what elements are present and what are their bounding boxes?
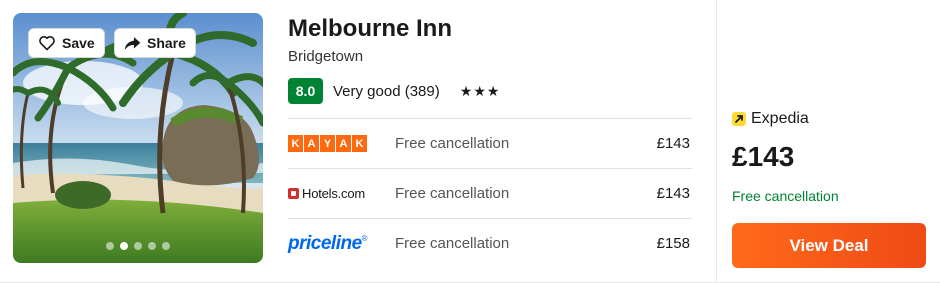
share-label: Share — [147, 35, 186, 51]
star-icon: ★ — [486, 83, 500, 99]
offer-cancellation: Free cancellation — [395, 235, 510, 252]
share-arrow-icon — [124, 36, 141, 50]
star-icon: ★ — [473, 83, 486, 99]
star-icon: ★ — [459, 83, 473, 99]
kayak-logo: K A Y A K — [288, 134, 378, 154]
photo-dot-active[interactable] — [120, 242, 128, 250]
hotel-location: Bridgetown — [288, 48, 364, 65]
expedia-arrow-glyph — [735, 115, 743, 123]
deal-provider: Expedia — [732, 110, 809, 128]
save-label: Save — [62, 35, 95, 51]
offer-row-kayak[interactable]: K A Y A K Free cancellation £143 — [288, 118, 692, 168]
offer-row-priceline[interactable]: priceline® Free cancellation £158 — [288, 218, 692, 268]
column-divider — [716, 0, 717, 283]
deal-provider-name: Expedia — [751, 110, 809, 127]
rating-row: 8.0 Very good (389) ★ ★ ★ — [288, 78, 692, 104]
kayak-letter: A — [304, 135, 319, 152]
deal-cancellation: Free cancellation — [732, 188, 839, 204]
photo-dot[interactable] — [134, 242, 142, 250]
offer-price: £143 — [656, 135, 690, 152]
priceline-name: priceline — [288, 232, 362, 254]
photo-pagination — [13, 242, 263, 250]
hotels-com-logo: Hotels.com — [288, 184, 378, 204]
rating-label[interactable]: Very good (389) — [333, 83, 440, 100]
kayak-letter: A — [336, 135, 351, 152]
share-button[interactable]: Share — [114, 28, 196, 58]
kayak-letter: K — [288, 135, 303, 152]
hotel-photo[interactable]: Save Share — [13, 13, 263, 263]
offer-cancellation: Free cancellation — [395, 185, 510, 202]
hotels-com-wordmark: Hotels.com — [288, 186, 365, 201]
hotels-com-name: Hotels.com — [302, 186, 366, 201]
view-deal-button[interactable]: View Deal — [732, 223, 926, 268]
deal-price: £143 — [732, 141, 795, 172]
hotel-info: Melbourne Inn Bridgetown 8.0 Very good (… — [288, 14, 692, 104]
hotel-name[interactable]: Melbourne Inn — [288, 14, 692, 44]
offer-price: £143 — [656, 185, 690, 202]
photo-dot[interactable] — [162, 242, 170, 250]
priceline-wordmark: priceline® — [288, 232, 368, 255]
review-score-badge: 8.0 — [288, 78, 323, 104]
star-rating: ★ ★ ★ — [460, 84, 500, 98]
priceline-logo: priceline® — [288, 232, 378, 255]
registered-mark: ® — [361, 233, 368, 243]
expedia-arrow-icon — [732, 112, 746, 126]
offer-row-hotels-com[interactable]: Hotels.com Free cancellation £143 — [288, 168, 692, 218]
photo-dot[interactable] — [148, 242, 156, 250]
photo-dot[interactable] — [106, 242, 114, 250]
offer-list: K A Y A K Free cancellation £143 Hotels.… — [288, 118, 692, 268]
offer-cancellation: Free cancellation — [395, 135, 510, 152]
kayak-letter: K — [352, 135, 367, 152]
heart-icon — [39, 36, 55, 51]
kayak-logo-letters: K A Y A K — [288, 135, 367, 152]
offer-price: £158 — [656, 235, 690, 252]
hotel-result-card: Save Share Melbourne Inn Bridgetown 8.0 … — [0, 0, 940, 283]
hotels-com-icon — [288, 188, 299, 199]
save-button[interactable]: Save — [28, 28, 105, 58]
kayak-letter: Y — [320, 135, 335, 152]
